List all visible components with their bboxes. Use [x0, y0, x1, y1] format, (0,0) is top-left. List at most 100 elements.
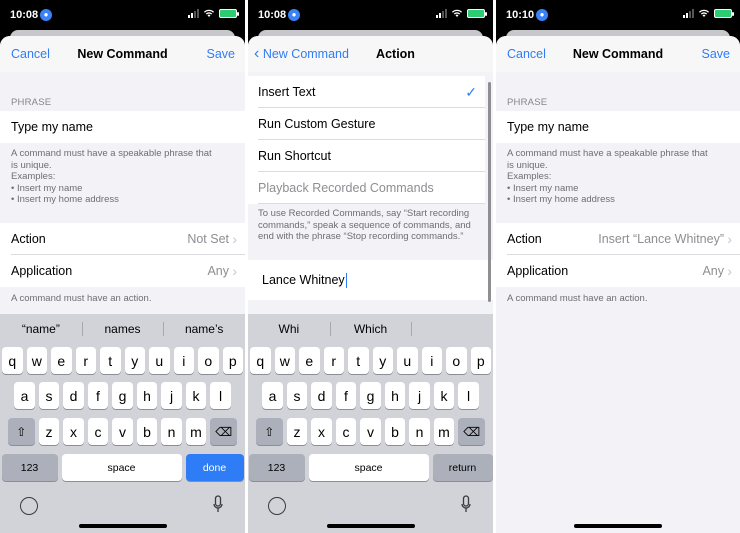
- option-run-custom-gesture[interactable]: Run Custom Gesture: [248, 108, 485, 140]
- key[interactable]: e: [51, 347, 72, 374]
- key[interactable]: j: [409, 382, 430, 409]
- save-button[interactable]: Save: [702, 47, 731, 61]
- chevron-left-icon: ‹: [254, 45, 260, 62]
- phrase-field[interactable]: Type my name: [0, 111, 245, 143]
- emoji-icon[interactable]: [268, 497, 286, 515]
- key[interactable]: l: [458, 382, 479, 409]
- wifi-icon: [452, 9, 462, 17]
- microphone-icon[interactable]: [213, 495, 223, 515]
- key[interactable]: p: [222, 347, 243, 374]
- space-key[interactable]: space: [308, 454, 429, 481]
- key[interactable]: v: [112, 418, 133, 445]
- suggestion[interactable]: Whi: [248, 314, 330, 344]
- key[interactable]: c: [87, 418, 109, 445]
- suggestion[interactable]: Which: [329, 314, 412, 344]
- key[interactable]: o: [198, 347, 219, 374]
- numbers-key[interactable]: 123: [248, 454, 305, 481]
- home-indicator[interactable]: [574, 524, 662, 528]
- key[interactable]: k: [185, 382, 207, 409]
- key[interactable]: y: [372, 347, 393, 374]
- cancel-button[interactable]: Cancel: [11, 47, 50, 61]
- key[interactable]: q: [250, 347, 271, 374]
- key[interactable]: r: [75, 347, 96, 374]
- home-indicator[interactable]: [326, 524, 415, 528]
- option-playback-recorded-commands[interactable]: Playback Recorded Commands: [248, 172, 485, 204]
- status-bar: 10:10 ●: [496, 0, 740, 30]
- key[interactable]: w: [274, 347, 295, 374]
- key[interactable]: j: [161, 382, 182, 409]
- key[interactable]: z: [286, 418, 308, 445]
- key[interactable]: m: [433, 418, 455, 445]
- key[interactable]: r: [323, 347, 344, 374]
- back-button[interactable]: ‹ New Command: [254, 45, 349, 63]
- option-insert-text[interactable]: Insert Text ✓: [248, 76, 485, 108]
- microphone-icon[interactable]: [461, 495, 471, 515]
- key[interactable]: q: [2, 347, 23, 374]
- option-run-shortcut[interactable]: Run Shortcut: [248, 140, 485, 172]
- delete-key-icon[interactable]: ⌫: [458, 418, 486, 445]
- shift-key-icon[interactable]: ⇧: [7, 418, 35, 445]
- key[interactable]: a: [14, 382, 35, 409]
- key[interactable]: h: [136, 382, 158, 409]
- key[interactable]: w: [26, 347, 47, 374]
- return-key[interactable]: return: [432, 454, 493, 481]
- key[interactable]: m: [185, 418, 207, 445]
- cancel-button[interactable]: Cancel: [507, 47, 546, 61]
- emoji-icon[interactable]: [20, 497, 38, 515]
- suggestion[interactable]: “name”: [0, 314, 82, 344]
- help-line: end with the phrase “Stop recording comm…: [258, 231, 464, 242]
- key[interactable]: z: [38, 418, 60, 445]
- key[interactable]: b: [384, 418, 406, 445]
- key[interactable]: g: [112, 382, 133, 409]
- key[interactable]: k: [433, 382, 455, 409]
- key[interactable]: f: [335, 382, 357, 409]
- key[interactable]: s: [38, 382, 60, 409]
- key[interactable]: e: [299, 347, 320, 374]
- suggestion[interactable]: name’s: [163, 314, 245, 344]
- action-row[interactable]: Action Not Set ›: [0, 223, 245, 255]
- delete-key-icon[interactable]: ⌫: [210, 418, 238, 445]
- phrase-value: Type my name: [507, 120, 589, 134]
- suggestion[interactable]: [411, 314, 493, 344]
- key-row-1: q w e r t y u i o p: [0, 347, 245, 374]
- application-row[interactable]: Application Any ›: [496, 255, 740, 287]
- key[interactable]: t: [100, 347, 121, 374]
- key[interactable]: p: [470, 347, 491, 374]
- phrase-help-line: • Insert my name: [11, 182, 83, 194]
- insert-text-field[interactable]: Lance Whitney: [248, 260, 493, 300]
- key[interactable]: a: [262, 382, 283, 409]
- key[interactable]: t: [348, 347, 369, 374]
- key[interactable]: i: [421, 347, 442, 374]
- shift-key-icon[interactable]: ⇧: [255, 418, 283, 445]
- key[interactable]: v: [360, 418, 381, 445]
- key[interactable]: x: [311, 418, 332, 445]
- chevron-right-icon: ›: [232, 231, 237, 247]
- key[interactable]: h: [384, 382, 406, 409]
- key[interactable]: n: [409, 418, 430, 445]
- scroll-indicator[interactable]: [488, 82, 491, 302]
- key[interactable]: y: [124, 347, 145, 374]
- phrase-field[interactable]: Type my name: [496, 111, 740, 143]
- key[interactable]: c: [335, 418, 357, 445]
- home-indicator[interactable]: [78, 524, 167, 528]
- key[interactable]: u: [397, 347, 418, 374]
- key[interactable]: b: [136, 418, 158, 445]
- save-button[interactable]: Save: [207, 47, 236, 61]
- key[interactable]: u: [149, 347, 170, 374]
- key[interactable]: g: [360, 382, 381, 409]
- key[interactable]: l: [210, 382, 231, 409]
- key[interactable]: i: [173, 347, 194, 374]
- key[interactable]: d: [63, 382, 84, 409]
- application-row[interactable]: Application Any ›: [0, 255, 245, 287]
- key[interactable]: n: [161, 418, 182, 445]
- key[interactable]: d: [311, 382, 332, 409]
- done-key[interactable]: done: [185, 454, 244, 481]
- key[interactable]: x: [63, 418, 84, 445]
- numbers-key[interactable]: 123: [1, 454, 58, 481]
- space-key[interactable]: space: [61, 454, 182, 481]
- key[interactable]: f: [87, 382, 109, 409]
- key[interactable]: s: [286, 382, 308, 409]
- action-row[interactable]: Action Insert “Lance Whitney” ›: [496, 223, 740, 255]
- suggestion[interactable]: names: [81, 314, 164, 344]
- key[interactable]: o: [446, 347, 467, 374]
